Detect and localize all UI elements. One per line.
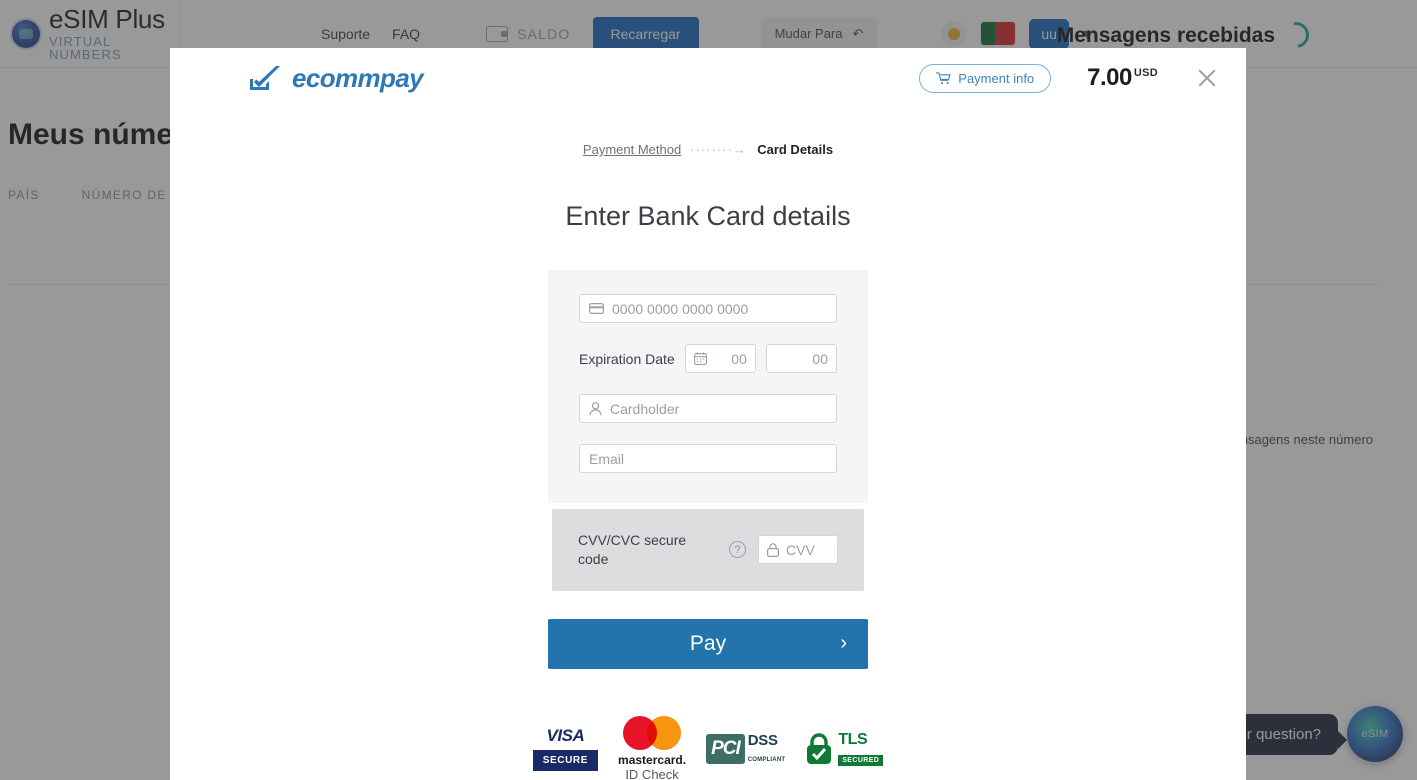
cvv-input[interactable]: CVV — [758, 535, 838, 565]
card-form: 0000 0000 0000 0000 Expiration Date 00 0… — [532, 270, 884, 780]
email-input[interactable]: Email — [579, 444, 837, 473]
cardholder-placeholder: Cardholder — [610, 400, 680, 417]
calendar-icon — [693, 352, 707, 365]
cvv-panel: CVV/CVC secure code ? CVV — [552, 509, 864, 591]
email-placeholder: Email — [589, 450, 625, 467]
modal-header: ecommpay Payment info 7.00 USD — [170, 48, 1246, 108]
breadcrumb-payment-method[interactable]: Payment Method — [583, 142, 681, 157]
modal-title: Enter Bank Card details — [565, 201, 851, 231]
mastercard-logo-icon — [623, 715, 682, 750]
expiration-year-input[interactable]: 00 — [765, 344, 837, 373]
amount-currency: USD — [1133, 67, 1158, 79]
chevron-right-icon: › — [840, 632, 847, 655]
payment-info-button[interactable]: Payment info — [919, 63, 1052, 93]
help-icon[interactable]: ? — [729, 541, 746, 559]
green-lock-icon — [807, 733, 832, 764]
credit-card-icon — [589, 303, 604, 314]
card-number-input[interactable]: 0000 0000 0000 0000 — [579, 294, 837, 323]
tls-secured-label: SECURED — [838, 754, 884, 767]
visa-logo: VISA — [546, 726, 585, 746]
ecommpay-logo: ecommpay — [249, 62, 424, 94]
expiration-year-placeholder: 00 — [812, 350, 828, 367]
pci-compliant-label: COMPLIANT — [747, 756, 786, 763]
cart-icon — [936, 71, 952, 84]
visa-secure-badge: VISA SECURE — [532, 726, 599, 772]
person-icon — [589, 401, 602, 415]
expiration-label: Expiration Date — [579, 350, 675, 367]
amount-value: 7.00 — [1087, 64, 1132, 91]
tls-label: TLS — [838, 731, 868, 749]
expiration-month-placeholder: 00 — [731, 350, 747, 367]
mastercard-idcheck-badge: mastercard. ID Check — [618, 715, 687, 780]
cardholder-input[interactable]: Cardholder — [579, 394, 837, 423]
pci-logo: PCI — [706, 733, 745, 764]
payment-info-label: Payment info — [958, 70, 1035, 86]
pay-button[interactable]: Pay › — [548, 618, 868, 669]
mastercard-label: mastercard. — [618, 752, 687, 767]
payment-modal: ecommpay Payment info 7.00 USD Payment Me… — [170, 48, 1246, 780]
pci-dss-badge: PCI DSS COMPLIANT — [706, 733, 785, 765]
security-badges: VISA SECURE mastercard. ID Check PCI DSS… — [532, 715, 884, 780]
breadcrumb-card-details: Card Details — [757, 142, 834, 157]
cvv-label: CVV/CVC secure code — [578, 532, 687, 567]
close-icon[interactable] — [1194, 65, 1220, 91]
cvv-placeholder: CVV — [786, 541, 815, 558]
breadcrumb: Payment Method ········→ Card Details — [170, 142, 1246, 157]
expiration-month-input[interactable]: 00 — [684, 344, 756, 373]
card-number-placeholder: 0000 0000 0000 0000 — [612, 300, 749, 317]
lock-icon — [767, 543, 779, 557]
breadcrumb-arrow-icon: ········→ — [690, 142, 747, 157]
pci-dss-label: DSS — [747, 731, 778, 749]
ecommpay-checkmark-icon — [250, 65, 280, 90]
pay-button-label: Pay — [689, 631, 727, 655]
payment-amount: 7.00 USD — [1087, 64, 1158, 92]
expiration-row: Expiration Date 00 00 — [579, 344, 837, 373]
ecommpay-wordmark: ecommpay — [292, 62, 424, 93]
idcheck-label: ID Check — [625, 766, 679, 780]
tls-secured-badge: TLS SECURED — [805, 731, 884, 767]
card-form-panel: 0000 0000 0000 0000 Expiration Date 00 0… — [548, 270, 868, 503]
visa-secure-label: SECURE — [532, 750, 599, 772]
